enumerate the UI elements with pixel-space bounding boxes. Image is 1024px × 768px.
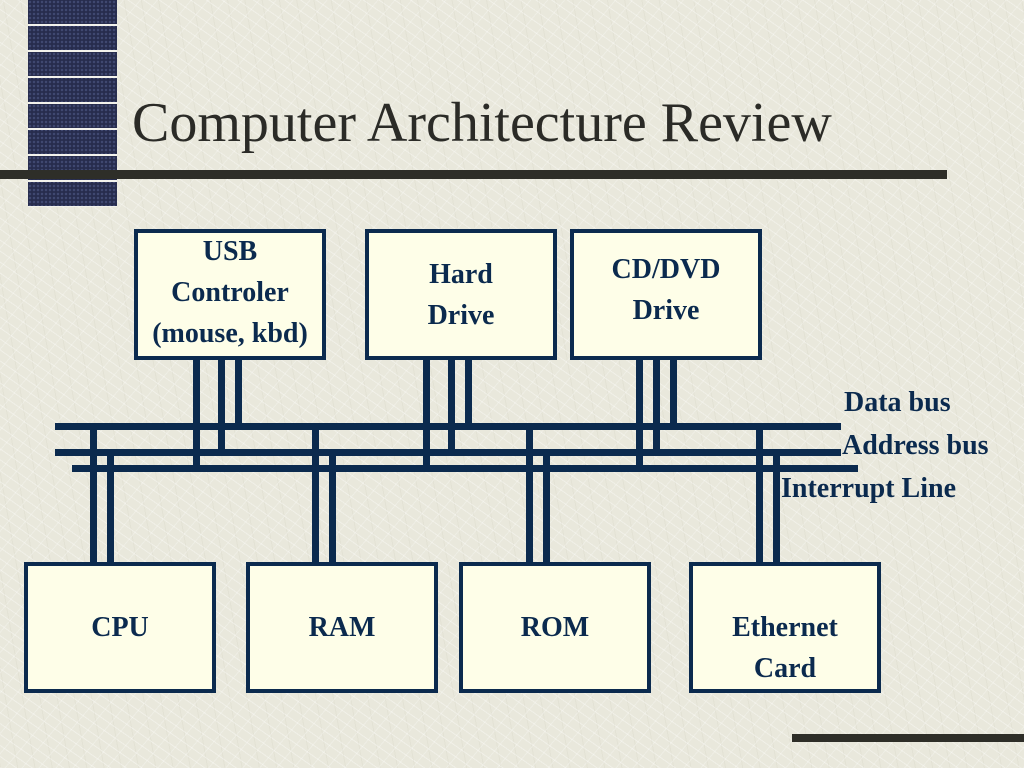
footer-rule	[792, 734, 1024, 742]
usb-address-wire	[218, 356, 225, 456]
cpu-data-wire	[90, 423, 97, 566]
title-underline-rule	[0, 170, 947, 179]
rom-label: ROM	[520, 612, 590, 643]
interrupt-line-label: Interrupt Line	[781, 473, 956, 504]
cd-dvd-interrupt-wire	[636, 356, 643, 472]
cpu-label: CPU	[91, 612, 149, 643]
hard-drive-label: Hard Drive	[427, 258, 495, 331]
hard-drive-data-wire	[465, 356, 472, 428]
ram-address-wire	[329, 449, 336, 566]
ethernet-address-wire	[773, 449, 780, 566]
ram-label: RAM	[308, 612, 376, 643]
cd-dvd-drive-label: CD/DVD Drive	[611, 254, 721, 326]
usb-interrupt-wire	[193, 356, 200, 472]
hard-drive-interrupt-wire	[423, 356, 430, 472]
rom-address-wire	[543, 449, 550, 566]
rom-data-wire	[526, 423, 533, 566]
slide-title: Computer Architecture Review	[132, 92, 832, 154]
ram-box: RAM	[246, 562, 438, 693]
ram-data-wire	[312, 423, 319, 566]
cd-dvd-drive-box: CD/DVD Drive	[570, 229, 762, 360]
rom-box: ROM	[459, 562, 651, 693]
usb-controller-label: USB Controler (mouse, kbd)	[152, 236, 308, 349]
usb-controller-box: USB Controler (mouse, kbd)	[134, 229, 326, 360]
data-bus-label: Data bus	[844, 387, 951, 418]
hard-drive-box: Hard Drive	[365, 229, 557, 360]
ethernet-card-label: Ethernet Card	[732, 612, 838, 684]
address-bus-label: Address bus	[842, 430, 989, 461]
hard-drive-address-wire	[448, 356, 455, 456]
ethernet-card-box: Ethernet Card	[689, 562, 881, 693]
cd-dvd-data-wire	[670, 356, 677, 428]
cpu-address-wire	[107, 449, 114, 566]
ethernet-data-wire	[756, 423, 763, 566]
usb-data-wire	[235, 356, 242, 428]
cd-dvd-address-wire	[653, 356, 660, 456]
interrupt-line	[72, 465, 858, 472]
cpu-box: CPU	[24, 562, 216, 693]
